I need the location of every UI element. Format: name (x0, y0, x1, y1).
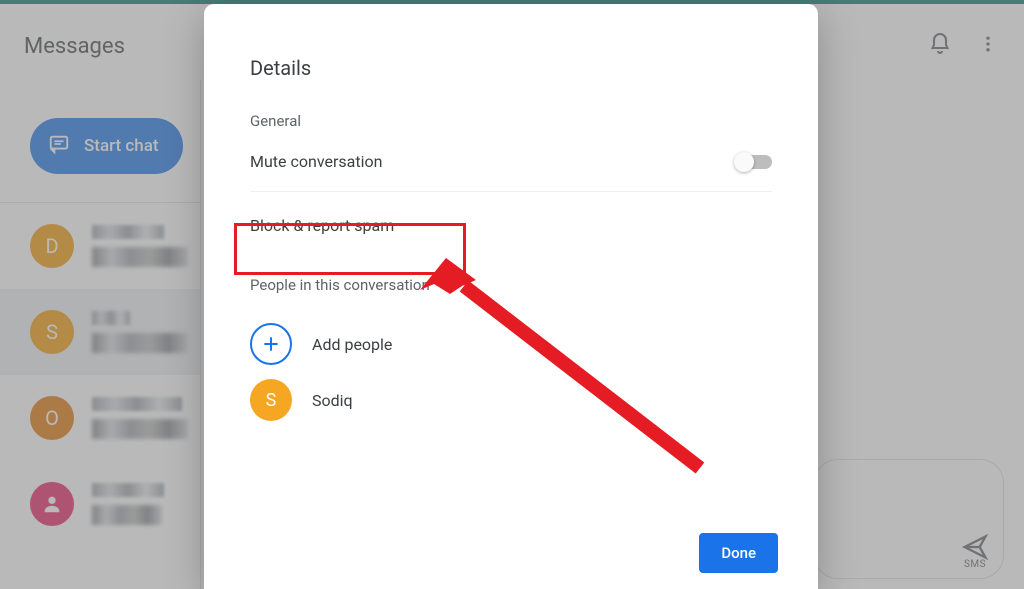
avatar: S (250, 379, 292, 421)
dialog-title: Details (250, 56, 772, 80)
block-report-spam-row[interactable]: Block & report spam (250, 196, 772, 254)
done-button[interactable]: Done (699, 533, 778, 573)
add-icon[interactable] (250, 323, 292, 365)
block-report-label: Block & report spam (250, 216, 394, 235)
section-label-general: General (250, 112, 772, 130)
mute-label: Mute conversation (250, 152, 382, 171)
add-people-label: Add people (312, 335, 392, 354)
details-dialog: Details General Mute conversation Block … (204, 4, 818, 589)
section-label-people: People in this conversation (250, 276, 772, 294)
add-people-row[interactable]: Add people (250, 316, 772, 372)
mute-toggle[interactable] (736, 155, 772, 169)
person-row[interactable]: S Sodiq (250, 372, 772, 428)
person-name: Sodiq (312, 391, 353, 410)
mute-conversation-row[interactable]: Mute conversation (250, 152, 772, 192)
